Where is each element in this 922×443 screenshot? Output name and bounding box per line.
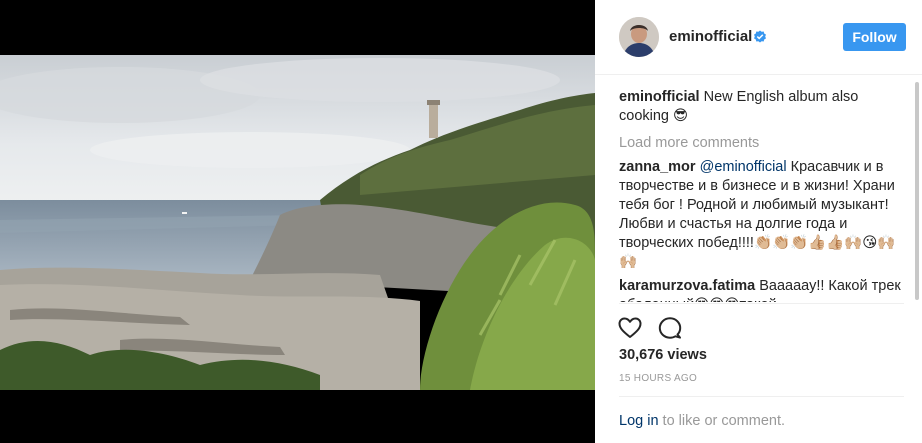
view-count[interactable]: 30,676 views — [619, 347, 707, 363]
post-side-panel: eminofficial Follow eminofficial New Eng… — [595, 0, 922, 443]
post-media[interactable] — [0, 0, 595, 443]
list-item: karamurzova.fatima Вааааау!! Какой трек … — [619, 277, 901, 302]
heart-icon[interactable] — [617, 315, 643, 341]
login-prompt-text: to like or comment. — [658, 413, 786, 429]
avatar[interactable] — [619, 17, 659, 57]
scrollbar-thumb[interactable] — [915, 82, 919, 300]
comment-text: Красавчик и в творчестве и в бизнесе и в… — [619, 159, 896, 270]
follow-button[interactable]: Follow — [843, 23, 906, 51]
caption: eminofficial New English album also cook… — [619, 88, 901, 126]
post-header: eminofficial Follow — [595, 0, 922, 75]
login-prompt: Log in to like or comment. — [619, 413, 785, 429]
comment-icon[interactable] — [657, 315, 683, 341]
login-link[interactable]: Log in — [619, 413, 659, 429]
caption-author-link[interactable]: eminofficial — [619, 89, 700, 105]
coastline-photo — [0, 55, 595, 390]
post-timestamp[interactable]: 15 HOURS AGO — [619, 373, 697, 384]
load-more-comments-button[interactable]: Load more comments — [619, 134, 901, 153]
comment-mention-link[interactable]: @eminofficial — [700, 159, 787, 175]
video-frame[interactable] — [0, 55, 595, 390]
username-link[interactable]: eminofficial — [669, 28, 752, 45]
verified-badge-icon — [754, 30, 766, 43]
comments-list: eminofficial New English album also cook… — [619, 88, 901, 302]
divider — [619, 303, 904, 304]
divider — [619, 396, 904, 397]
comment-author-link[interactable]: zanna_mor — [619, 159, 696, 175]
comment-author-link[interactable]: karamurzova.fatima — [619, 278, 755, 294]
list-item: zanna_mor @eminofficial Красавчик и в тв… — [619, 158, 901, 272]
comments-scrollbar[interactable] — [915, 80, 920, 302]
